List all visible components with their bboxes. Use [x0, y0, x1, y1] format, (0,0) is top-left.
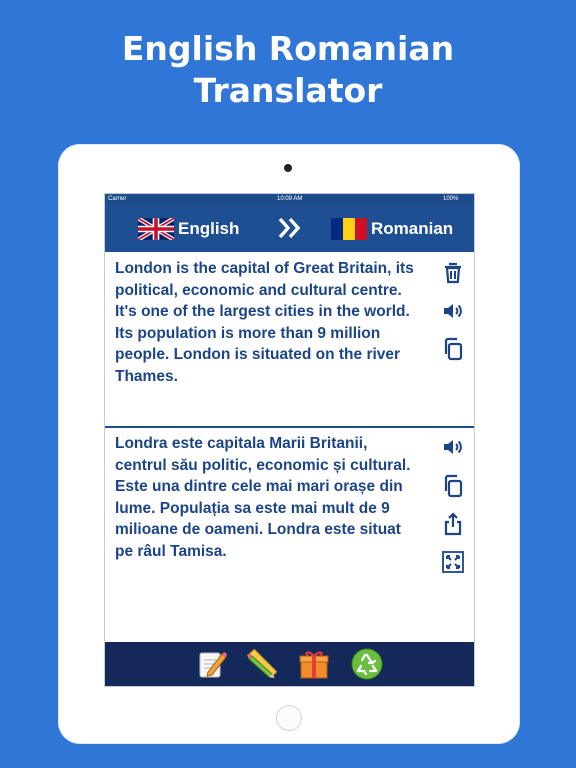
speaker-icon[interactable]	[441, 299, 465, 323]
app-screen: Carrier 10:09 AM 100% English Romanian L…	[104, 193, 475, 687]
source-language-label: English	[178, 219, 240, 238]
status-bar: Carrier 10:09 AM 100%	[105, 194, 474, 204]
copy-icon[interactable]	[441, 337, 465, 361]
share-icon[interactable]	[441, 512, 465, 536]
trash-icon[interactable]	[441, 261, 465, 285]
camera-dot	[284, 164, 292, 172]
bottom-toolbar	[105, 642, 474, 686]
carrier-label: Carrier	[108, 196, 127, 202]
notepad-pencil-icon[interactable]	[196, 648, 228, 680]
headline-line-1: English Romanian	[121, 29, 455, 68]
ruler-pencil-icon[interactable]	[246, 648, 278, 680]
double-chevron-right-icon[interactable]	[277, 216, 303, 240]
uk-flag-icon	[138, 218, 174, 240]
speaker-icon[interactable]	[441, 435, 465, 459]
source-text-panel: London is the capital of Great Britain, …	[105, 252, 474, 428]
language-bar: English Romanian	[105, 204, 474, 252]
battery-label: 100%	[443, 196, 459, 202]
source-text[interactable]: London is the capital of Great Britain, …	[115, 258, 427, 387]
romania-flag-icon	[331, 218, 367, 240]
source-language-selector[interactable]: English	[138, 218, 239, 240]
translation-panel: Londra este capitala Marii Britanii, cen…	[105, 428, 474, 642]
promo-headline: English Romanian Translator	[0, 28, 576, 112]
target-language-selector[interactable]: Romanian	[331, 218, 453, 240]
status-time: 10:09 AM	[277, 196, 303, 202]
fullscreen-icon[interactable]	[441, 550, 465, 574]
copy-icon[interactable]	[441, 474, 465, 498]
gift-icon[interactable]	[298, 648, 330, 680]
target-language-label: Romanian	[371, 219, 454, 238]
headline-line-2: Translator	[193, 71, 383, 110]
home-button[interactable]	[276, 705, 302, 731]
tablet-frame: Carrier 10:09 AM 100% English Romanian L…	[58, 144, 520, 744]
recycle-icon[interactable]	[351, 648, 383, 680]
translated-text[interactable]: Londra este capitala Marii Britanii, cen…	[115, 433, 423, 562]
